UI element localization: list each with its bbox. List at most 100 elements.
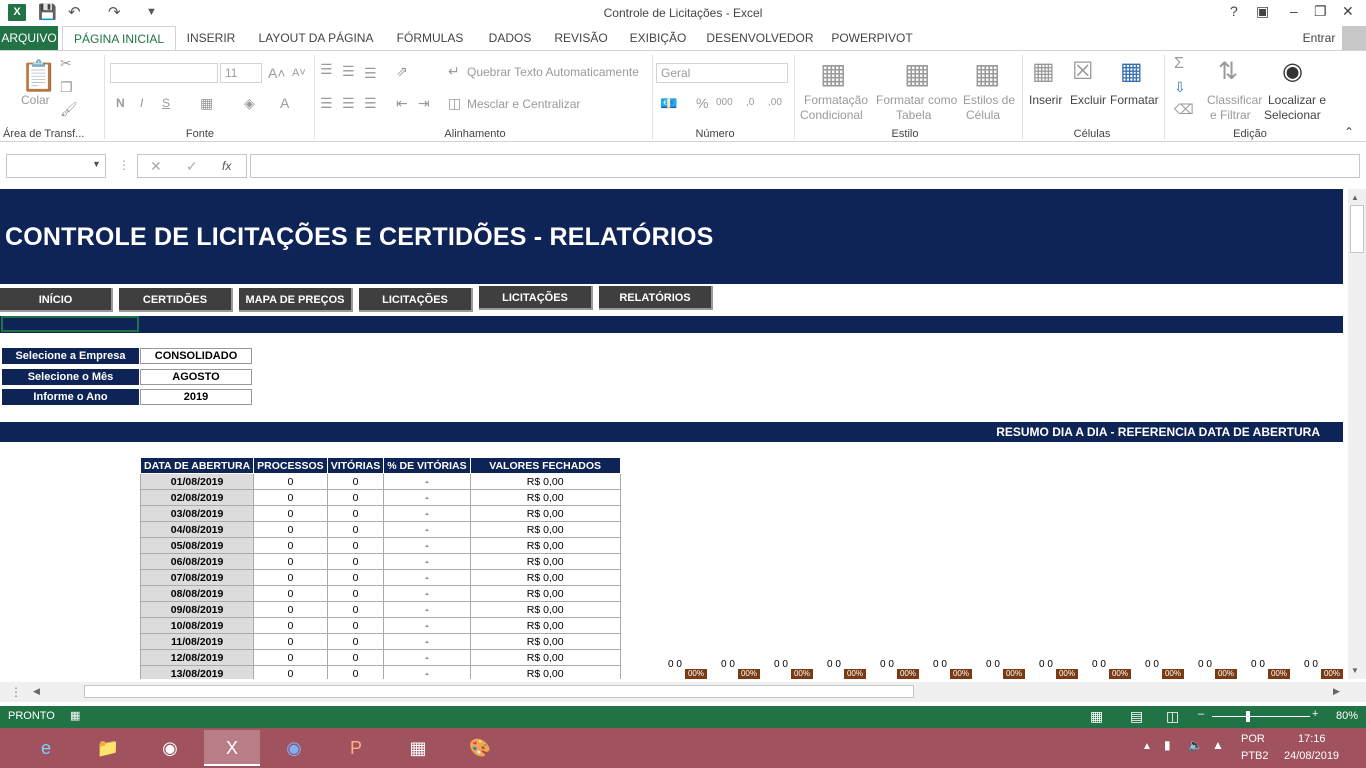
number-format-box[interactable]: Geral — [656, 63, 788, 83]
scroll-thumb[interactable] — [1350, 205, 1364, 253]
table-cell[interactable]: 0 — [326, 633, 385, 650]
normal-view-icon[interactable]: ▦ — [1090, 708, 1103, 725]
page-break-icon[interactable]: ◫ — [1166, 708, 1179, 725]
tab-pagina-inicial[interactable]: PÁGINA INICIAL — [62, 26, 176, 51]
name-box[interactable] — [6, 154, 106, 178]
align-center-icon[interactable]: ☰ — [342, 95, 355, 112]
insert-cells-button[interactable]: Inserir — [1029, 93, 1062, 107]
table-cell[interactable]: 0 — [326, 537, 385, 554]
tab-inserir[interactable]: INSERIR — [182, 26, 240, 50]
zoom-in-icon[interactable]: + — [1312, 708, 1318, 720]
table-cell[interactable]: 04/08/2019 — [139, 521, 255, 538]
table-cell[interactable]: R$ 0,00 — [469, 601, 621, 618]
align-top-icon[interactable]: ☰ — [320, 61, 333, 78]
borders-icon[interactable]: ▦ — [200, 95, 213, 112]
paste-label[interactable]: Colar — [21, 93, 50, 107]
table-cell[interactable]: 0 — [326, 553, 385, 570]
tab-formulas[interactable]: FÓRMULAS — [392, 26, 468, 50]
decrease-indent-icon[interactable]: ⇤ — [396, 95, 408, 112]
bold-button[interactable]: N — [116, 96, 125, 110]
table-cell[interactable]: R$ 0,00 — [469, 617, 621, 634]
increase-decimal-icon[interactable]: ,0 — [746, 97, 754, 108]
collapse-ribbon-icon[interactable]: ⌃ — [1344, 125, 1354, 139]
merge-icon[interactable]: ◫ — [448, 95, 461, 112]
cell-styles-line2[interactable]: Célula — [966, 108, 1000, 122]
hscroll-thumb[interactable] — [84, 685, 914, 698]
scroll-down-icon[interactable]: ▼ — [1351, 666, 1359, 675]
fill-icon[interactable]: ⇩ — [1174, 79, 1186, 96]
tab-arquivo[interactable]: ARQUIVO — [0, 26, 58, 50]
table-cell[interactable]: 0 — [253, 585, 328, 602]
table-cell[interactable]: 0 — [326, 521, 385, 538]
table-cell[interactable]: R$ 0,00 — [469, 649, 621, 666]
powerpoint-icon[interactable]: P — [328, 730, 384, 766]
clock-time[interactable]: 17:16 — [1298, 733, 1326, 745]
table-cell[interactable]: 0 — [326, 617, 385, 634]
table-cell[interactable]: R$ 0,00 — [469, 569, 621, 586]
table-cell[interactable]: 0 — [253, 569, 328, 586]
nav-relatorios-button[interactable]: RELATÓRIOS — [599, 286, 713, 310]
minimize-icon[interactable]: – — [1290, 3, 1298, 19]
table-cell[interactable]: R$ 0,00 — [469, 505, 621, 522]
merge-center-button[interactable]: Mesclar e Centralizar — [467, 97, 580, 111]
table-cell[interactable]: R$ 0,00 — [469, 521, 621, 538]
table-cell[interactable]: - — [383, 633, 471, 650]
format-table-line1[interactable]: Formatar como — [876, 93, 957, 107]
table-cell[interactable]: 08/08/2019 — [139, 585, 255, 602]
zoom-slider[interactable] — [1212, 716, 1310, 717]
month-filter-value[interactable]: AGOSTO — [140, 369, 252, 385]
table-cell[interactable]: R$ 0,00 — [469, 473, 621, 490]
table-cell[interactable]: - — [383, 569, 471, 586]
align-middle-icon[interactable]: ☰ — [342, 63, 355, 80]
scroll-left-icon[interactable]: ◀ — [33, 686, 40, 697]
paint-icon[interactable]: 🎨 — [452, 730, 508, 766]
ribbon-display-icon[interactable]: ▣ — [1256, 3, 1269, 20]
table-cell[interactable]: 0 — [253, 489, 328, 506]
format-table-icon[interactable]: ▦ — [904, 57, 930, 90]
currency-icon[interactable]: 💶 — [660, 95, 677, 112]
table-cell[interactable]: R$ 0,00 — [469, 633, 621, 650]
selected-cell[interactable] — [1, 316, 139, 332]
wrap-text-icon[interactable]: ↵ — [448, 63, 460, 80]
scroll-up-icon[interactable]: ▲ — [1351, 193, 1359, 202]
align-left-icon[interactable]: ☰ — [320, 95, 333, 112]
table-cell[interactable]: 02/08/2019 — [139, 489, 255, 506]
table-cell[interactable]: 0 — [326, 649, 385, 666]
table-cell[interactable]: - — [383, 617, 471, 634]
table-cell[interactable]: - — [383, 521, 471, 538]
nav-licitacoes-button[interactable]: LICITAÇÕES — [359, 288, 473, 312]
table-cell[interactable]: 09/08/2019 — [139, 601, 255, 618]
volume-icon[interactable]: 🔈 — [1188, 738, 1203, 752]
tab-desenvolvedor[interactable]: DESENVOLVEDOR — [704, 26, 816, 50]
help-button[interactable]: ? — [1230, 3, 1238, 19]
macro-record-icon[interactable]: ▦ — [70, 709, 80, 722]
comma-icon[interactable]: 000 — [716, 97, 733, 108]
format-table-line2[interactable]: Tabela — [896, 108, 931, 122]
format-cells-icon[interactable]: ▦ — [1120, 57, 1143, 86]
table-cell[interactable]: - — [383, 585, 471, 602]
nav-certidoes-button[interactable]: CERTIDÕES — [119, 288, 233, 312]
table-cell[interactable]: 13/08/2019 — [139, 665, 255, 679]
table-cell[interactable]: R$ 0,00 — [469, 489, 621, 506]
insert-cells-icon[interactable]: ▦ — [1032, 57, 1055, 86]
table-cell[interactable]: 0 — [326, 473, 385, 490]
nav-mapa-precos-button[interactable]: MAPA DE PREÇOS — [239, 288, 353, 312]
align-bottom-icon[interactable]: ☰ — [364, 65, 377, 82]
binoculars-icon[interactable]: ◉ — [1282, 57, 1303, 86]
excel-taskbar-icon[interactable]: X — [204, 730, 260, 766]
more-sheets-icon[interactable]: ⋮ — [10, 685, 22, 699]
paste-icon[interactable]: 📋 — [20, 59, 57, 94]
find-select-line2[interactable]: Selecionar — [1264, 108, 1321, 122]
year-filter-value[interactable]: 2019 — [140, 389, 252, 405]
table-cell[interactable]: 01/08/2019 — [139, 473, 255, 490]
table-cell[interactable]: - — [383, 537, 471, 554]
table-cell[interactable]: 0 — [253, 633, 328, 650]
conditional-format-line2[interactable]: Condicional — [800, 108, 863, 122]
signin-link[interactable]: Entrar — [1296, 26, 1342, 50]
tab-revisao[interactable]: REVISÃO — [550, 26, 612, 50]
table-cell[interactable]: 0 — [253, 617, 328, 634]
delete-cells-button[interactable]: Excluir — [1070, 93, 1106, 107]
italic-button[interactable]: I — [140, 96, 143, 110]
zoom-level[interactable]: 80% — [1336, 710, 1358, 722]
table-cell[interactable]: - — [383, 473, 471, 490]
